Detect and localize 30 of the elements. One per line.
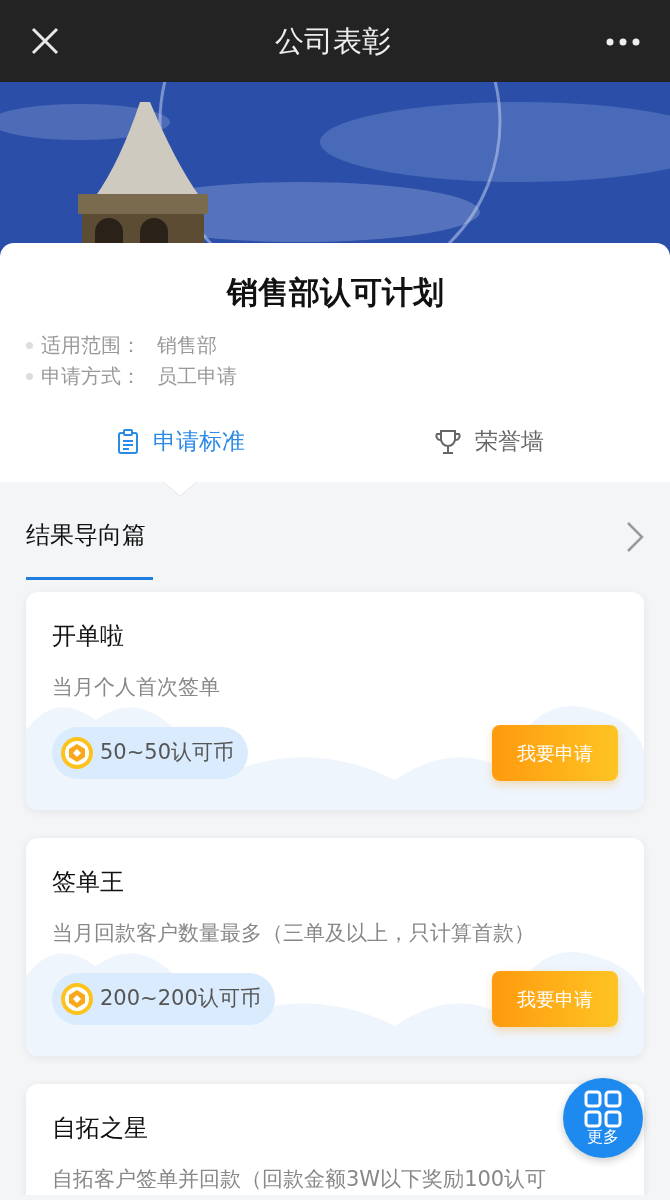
window-title: 公司表彰: [275, 23, 391, 59]
info-value: 员工申请: [157, 362, 237, 390]
close-icon: [30, 26, 60, 56]
next-button[interactable]: [626, 520, 644, 553]
award-description: 当月回款客户数量最多（三单及以上，只计算首款）: [52, 919, 535, 947]
info-value: 销售部: [157, 331, 217, 359]
bullet-dot: [26, 341, 33, 349]
award-title: 签单王: [52, 866, 124, 898]
apply-button[interactable]: 我要申请: [492, 725, 618, 781]
reward-pill: 50~50认可币: [52, 727, 249, 779]
trophy-icon: [435, 428, 461, 455]
tab[interactable]: 申请标准: [116, 424, 245, 459]
grid-icon: [584, 1090, 622, 1129]
close-button[interactable]: [30, 26, 60, 56]
clipboard-icon: [116, 428, 139, 455]
award-description: 当月个人首次签单: [52, 673, 220, 701]
more-icon: [606, 37, 640, 46]
award-title: 自拓之星: [52, 1112, 148, 1144]
info-label: 申请方式：: [41, 362, 141, 390]
coin-icon: [60, 736, 94, 770]
tab[interactable]: 荣誉墙: [435, 424, 544, 459]
bullet-dot: [26, 372, 33, 380]
award-description: 自拓客户签单并回款（回款金额3W以下奖励100认可: [52, 1165, 547, 1193]
info-label: 适用范围：: [41, 331, 141, 359]
chevron-right-icon: [626, 520, 644, 553]
plan-title: 销售部认可计划: [225, 273, 445, 312]
award-title: 开单啦: [52, 620, 124, 652]
apply-button[interactable]: 我要申请: [492, 971, 618, 1027]
reward-pill: 200~200认可币: [52, 973, 275, 1025]
coin-icon: [60, 982, 94, 1016]
